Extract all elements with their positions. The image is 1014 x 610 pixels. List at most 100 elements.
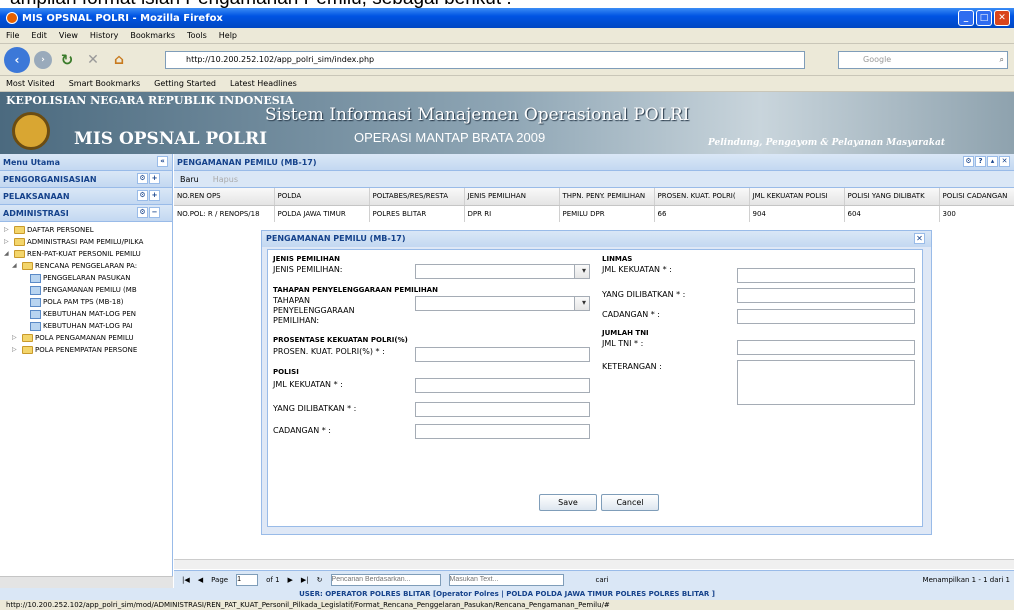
refresh-icon[interactable]: ↻	[317, 576, 323, 584]
tree-item[interactable]: POLA PAM TPS (MB-18)	[0, 296, 172, 308]
menu-edit[interactable]: Edit	[31, 31, 47, 40]
column-header[interactable]: POLISI CADANGAN	[939, 188, 1014, 206]
expand-arrow-icon[interactable]: ▷	[4, 236, 12, 248]
tni-input[interactable]	[737, 340, 915, 355]
expand-arrow-icon[interactable]: ▷	[12, 332, 20, 344]
tahapan-label-1: TAHAPAN	[273, 296, 310, 305]
expand-arrow-icon[interactable]: ▷	[4, 224, 12, 236]
tree-item[interactable]: ▷ POLA PENEMPATAN PERSONE	[0, 344, 172, 356]
data-grid: NO.REN OPS POLDA POLTABES/RES/RESTA JENIS P…	[174, 188, 1014, 222]
search-field-select[interactable]	[330, 573, 441, 586]
bookmark-smart[interactable]: Smart Bookmarks	[69, 79, 140, 88]
bookmark-latest-headlines[interactable]: Latest Headlines	[230, 79, 297, 88]
column-header[interactable]: PROSEN. KUAT. POLRI(	[654, 188, 750, 206]
bookmark-getting-started[interactable]: Getting Started	[154, 79, 216, 88]
column-header[interactable]: NO.REN OPS	[174, 188, 275, 206]
tree-item-label: DAFTAR PERSONEL	[27, 226, 94, 234]
tree-item[interactable]: KEBUTUHAN MAT-LOG PAI	[0, 320, 172, 332]
expand-icon[interactable]: +	[149, 173, 160, 184]
dialog-close-icon[interactable]: ✕	[914, 233, 925, 244]
gear-icon[interactable]: ⚙	[963, 156, 974, 167]
prev-page-icon[interactable]: ◀	[198, 576, 203, 584]
first-page-icon[interactable]: |◀	[182, 576, 190, 584]
column-header[interactable]: POLTABES/RES/RESTA	[369, 188, 465, 206]
menu-bookmarks[interactable]: Bookmarks	[130, 31, 175, 40]
tree-item[interactable]: ◢ RENCANA PENGGELARAN PA:	[0, 260, 172, 272]
expand-icon[interactable]: +	[149, 190, 160, 201]
search-button[interactable]: cari	[596, 576, 609, 584]
table-row[interactable]: NO.POL: R / RENOPS/18 POLDA JAWA TIMUR POL…	[174, 205, 1014, 222]
help-icon[interactable]: ?	[975, 156, 986, 167]
maximize-button[interactable]: □	[976, 10, 992, 26]
sidebar-section-pelaksanaan[interactable]: PELAKSANAAN ⚙ +	[0, 188, 172, 205]
column-header[interactable]: POLISI YANG DILIBATK	[844, 188, 940, 206]
tahapan-label-3: PEMILIHAN:	[273, 316, 320, 325]
tahapan-select[interactable]: ▾	[415, 296, 590, 311]
stop-icon[interactable]: ✕	[82, 49, 104, 71]
forward-button[interactable]: ›	[34, 50, 52, 69]
expand-arrow-icon[interactable]: ◢	[12, 260, 20, 272]
menu-view[interactable]: View	[59, 31, 78, 40]
bookmarks-toolbar: Most Visited Smart Bookmarks Getting Sta…	[0, 76, 1014, 92]
linmas-jml-input[interactable]	[737, 268, 915, 283]
last-page-icon[interactable]: ▶|	[301, 576, 309, 584]
tree-item[interactable]: PENGAMANAN PEMILU (MB	[0, 284, 172, 296]
search-icon[interactable]: ⌕	[1000, 52, 1004, 68]
search-text-input[interactable]	[448, 573, 564, 586]
linmas-cadangan-input[interactable]	[737, 309, 915, 324]
sidebar-scrollbar[interactable]	[0, 576, 173, 588]
back-button[interactable]: ‹	[4, 46, 30, 73]
polisi-jml-input[interactable]	[415, 378, 590, 393]
cancel-button[interactable]: Cancel	[601, 494, 659, 511]
sidebar-section-pengorganisasian[interactable]: PENGORGANISASIAN ⚙ +	[0, 171, 172, 188]
expand-arrow-icon[interactable]: ▷	[12, 344, 20, 356]
delete-button[interactable]: Hapus	[213, 175, 238, 184]
tree-item[interactable]: ▷ DAFTAR PERSONEL	[0, 224, 172, 236]
collapse-up-icon[interactable]: ▴	[987, 156, 998, 167]
column-header[interactable]: THPN. PENY. PEMILIHAN	[559, 188, 655, 206]
sidebar-title: Menu Utama	[3, 157, 61, 167]
expand-arrow-icon[interactable]: ◢	[4, 248, 12, 260]
prosentase-input[interactable]	[415, 347, 590, 362]
search-box[interactable]: Google ⌕	[838, 51, 1008, 69]
table-cell: 604	[844, 205, 940, 222]
tahapan-label-2: PENYELENGGARAAN	[273, 306, 355, 315]
url-bar[interactable]: http://10.200.252.102/app_polri_sim/inde…	[165, 51, 805, 69]
menu-help[interactable]: Help	[219, 31, 237, 40]
menu-file[interactable]: File	[6, 31, 19, 40]
tree-item[interactable]: ◢ REN-PAT-KUAT PERSONIL PEMILU	[0, 248, 172, 260]
linmas-dilibatkan-input[interactable]	[737, 288, 915, 303]
keterangan-textarea[interactable]	[737, 360, 915, 405]
grid-hscroll[interactable]	[174, 559, 1014, 569]
table-cell: NO.POL: R / RENOPS/18	[174, 205, 275, 222]
tree-item[interactable]: ▷ ADMINISTRASI PAM PEMILU/PILKA	[0, 236, 172, 248]
settings-icon[interactable]: ⚙	[137, 173, 148, 184]
column-header[interactable]: JML KEKUATAN POLISI	[749, 188, 845, 206]
tree-item[interactable]: PENGGELARAN PASUKAN	[0, 272, 172, 284]
minimize-button[interactable]: _	[958, 10, 974, 26]
menu-history[interactable]: History	[90, 31, 118, 40]
page-input[interactable]	[236, 573, 259, 586]
bookmark-most-visited[interactable]: Most Visited	[6, 79, 55, 88]
polisi-dilibatkan-input[interactable]	[415, 402, 590, 417]
sidebar-section-administrasi[interactable]: ADMINISTRASI ⚙ −	[0, 205, 172, 222]
polisi-cadangan-input[interactable]	[415, 424, 590, 439]
tree-item[interactable]: KEBUTUHAN MAT-LOG PEN	[0, 308, 172, 320]
jenis-select[interactable]: ▾	[415, 264, 590, 279]
menu-tools[interactable]: Tools	[187, 31, 207, 40]
save-button[interactable]: Save	[539, 494, 597, 511]
close-icon[interactable]: ✕	[999, 156, 1010, 167]
column-header[interactable]: POLDA	[274, 188, 370, 206]
collapse-section-icon[interactable]: −	[149, 207, 160, 218]
close-button[interactable]: ✕	[994, 10, 1010, 26]
settings-icon[interactable]: ⚙	[137, 190, 148, 201]
reload-icon[interactable]: ↻	[56, 49, 78, 71]
home-icon[interactable]: ⌂	[108, 49, 130, 71]
tree-item[interactable]: ▷ POLA PENGAMANAN PEMILU	[0, 332, 172, 344]
new-button[interactable]: Baru	[180, 175, 199, 184]
settings-icon[interactable]: ⚙	[137, 207, 148, 218]
next-page-icon[interactable]: ▶	[288, 576, 293, 584]
column-header[interactable]: JENIS PEMILIHAN	[464, 188, 560, 206]
prosentase-label: PROSEN. KUAT. POLRI(%) * :	[273, 347, 385, 356]
collapse-icon[interactable]: «	[157, 156, 168, 167]
